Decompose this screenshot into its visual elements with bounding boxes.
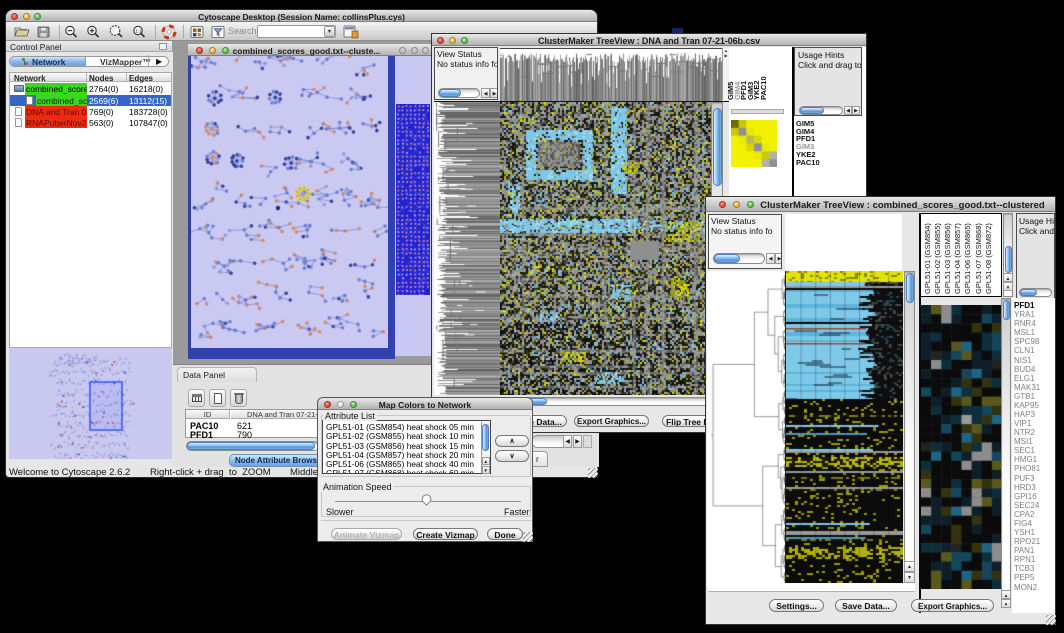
svg-text:1:1: 1:1 (136, 29, 143, 34)
